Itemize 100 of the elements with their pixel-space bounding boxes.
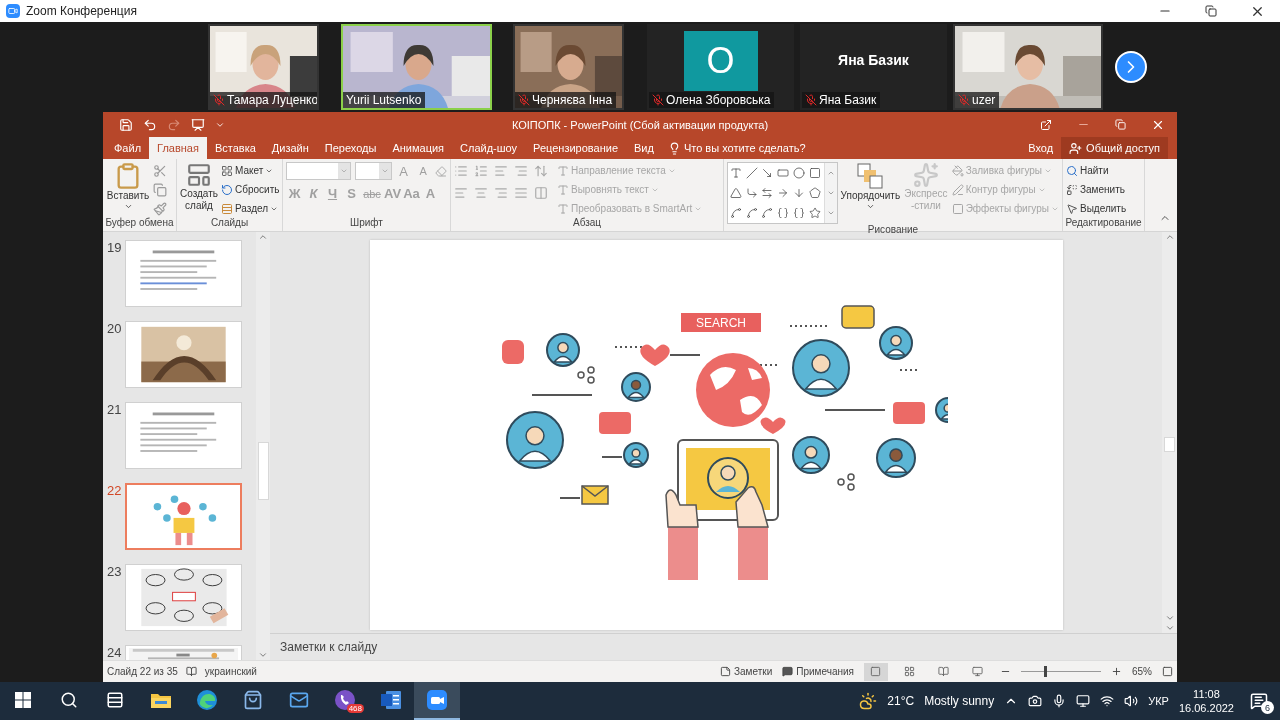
rectangle-icon[interactable] xyxy=(777,167,790,179)
redo-icon[interactable] xyxy=(167,117,181,132)
display-icon[interactable] xyxy=(1076,694,1091,708)
muted-mic-icon xyxy=(805,94,817,106)
ribbon-tab[interactable]: Слайд-шоу xyxy=(452,137,526,159)
editing-command[interactable]: Найти xyxy=(1066,162,1127,179)
scroll-down-icon[interactable] xyxy=(258,650,268,660)
group-label: Шрифт xyxy=(349,217,384,230)
save-icon[interactable] xyxy=(119,117,133,132)
next-slide-icon[interactable] xyxy=(1164,623,1175,633)
format-painter-icon[interactable] xyxy=(153,201,167,216)
language-label: украинский xyxy=(204,666,257,677)
more-icon[interactable] xyxy=(826,209,835,217)
weather-condition[interactable]: Mostly sunny xyxy=(924,694,995,708)
input-language[interactable]: УКР xyxy=(1148,695,1169,707)
down-arrow-icon[interactable] xyxy=(792,187,805,199)
editing-command[interactable]: Выделить xyxy=(1066,200,1127,217)
scrollbar[interactable] xyxy=(256,232,270,660)
pointer-icon xyxy=(1066,202,1078,215)
scrollbar[interactable] xyxy=(1162,232,1177,633)
oval-icon[interactable] xyxy=(792,167,805,179)
section-button[interactable]: Раздел xyxy=(221,200,280,217)
line-icon[interactable] xyxy=(745,167,758,179)
zoom-slider-thumb[interactable] xyxy=(1044,666,1047,677)
section-icon xyxy=(221,202,233,215)
paste-button[interactable]: Вставить xyxy=(106,162,150,217)
editing-command[interactable]: Заменить xyxy=(1066,181,1127,198)
share-button[interactable]: Общий доступ xyxy=(1061,137,1168,159)
ribbon-tab[interactable]: Анимация xyxy=(384,137,453,159)
name-label: uzer xyxy=(955,92,1000,108)
cut-icon[interactable] xyxy=(153,163,167,178)
line-spacing-icon[interactable] xyxy=(534,164,548,178)
volume-icon[interactable] xyxy=(1124,694,1139,708)
reset-button[interactable]: Сбросить xyxy=(221,181,280,198)
new-slide-button[interactable]: Создать слайд xyxy=(180,162,218,217)
scroll-down-icon[interactable] xyxy=(826,189,835,197)
ribbon-tab[interactable]: Главная xyxy=(149,137,207,159)
next-page-button[interactable] xyxy=(1115,51,1147,83)
scroll-up-icon[interactable] xyxy=(826,169,835,177)
ribbon-tab[interactable]: Дизайн xyxy=(263,137,317,159)
pentagon-icon[interactable] xyxy=(808,187,821,199)
undo-icon[interactable] xyxy=(143,117,157,132)
zoom-percent[interactable]: 65% xyxy=(1132,666,1152,677)
paint-bucket-icon xyxy=(951,164,964,177)
camera-icon[interactable] xyxy=(1028,694,1043,708)
caret-icon xyxy=(123,202,133,211)
elbow-connector-icon[interactable] xyxy=(745,187,758,199)
text-box-icon[interactable] xyxy=(729,167,742,179)
scroll-thumb[interactable] xyxy=(257,442,269,500)
fit-slide-icon[interactable] xyxy=(1162,666,1173,677)
clock[interactable]: 11:08 16.06.2022 xyxy=(1178,687,1234,715)
scroll-up-icon[interactable] xyxy=(258,232,268,242)
notifications-button[interactable]: 6 xyxy=(1244,686,1274,716)
triangle-icon[interactable] xyxy=(729,187,742,199)
microphone-icon[interactable] xyxy=(1052,694,1067,708)
temperature[interactable]: 21°C xyxy=(887,694,915,708)
sign-in-link[interactable]: Вход xyxy=(1020,137,1062,159)
zoom-in-icon[interactable] xyxy=(1111,666,1122,677)
braces-icon[interactable] xyxy=(777,207,790,219)
layout-button[interactable]: Макет xyxy=(221,162,280,179)
ribbon-tab[interactable]: Вставка xyxy=(206,137,264,159)
shapes-gallery[interactable] xyxy=(727,162,838,224)
numbering-icon[interactable] xyxy=(474,164,488,178)
right-arrow-icon[interactable] xyxy=(777,187,790,199)
font-name-field[interactable] xyxy=(286,162,351,180)
ribbon-tab[interactable]: Рецензирование xyxy=(525,137,627,159)
slideshow-icon[interactable] xyxy=(191,117,205,132)
tell-me-field[interactable]: Что вы хотите сделать? xyxy=(683,142,806,154)
group-label: Слайды xyxy=(209,217,250,230)
network-icon[interactable] xyxy=(1100,694,1115,708)
taskbar-app[interactable] xyxy=(414,682,460,720)
arrange-button[interactable]: Упорядочить xyxy=(840,162,901,224)
slide-counter: Слайд 22 из 35 xyxy=(107,666,178,677)
notes-button[interactable]: Заметки xyxy=(720,666,773,677)
ribbon-tab[interactable]: Файл xyxy=(106,137,150,159)
spelling-icon[interactable] xyxy=(185,666,197,677)
sparkles-icon xyxy=(912,162,939,188)
zoom-logo-icon xyxy=(6,4,20,18)
previous-slide-icon[interactable] xyxy=(1164,613,1175,623)
columns-icon[interactable] xyxy=(534,186,548,200)
copy-icon[interactable] xyxy=(153,182,167,197)
curve-icon[interactable] xyxy=(745,207,758,219)
text-icon xyxy=(557,183,569,196)
slide-layout-icon xyxy=(186,162,212,188)
taskbar-app[interactable]: 468 xyxy=(322,682,368,720)
font-size-field[interactable] xyxy=(354,162,392,180)
connector-icon[interactable] xyxy=(761,187,774,199)
message-icon xyxy=(1250,692,1268,710)
comments-button[interactable]: Примечания xyxy=(782,666,854,677)
weather-icon[interactable] xyxy=(859,692,878,710)
ribbon-tab[interactable]: Переходы xyxy=(316,137,385,159)
mail-icon xyxy=(289,690,309,710)
arrow-line-icon[interactable] xyxy=(761,167,774,179)
ribbon-tab[interactable]: Вид xyxy=(626,137,662,159)
scroll-thumb[interactable] xyxy=(1164,437,1175,452)
rounded-rectangle-icon[interactable] xyxy=(808,167,821,179)
scroll-up-icon[interactable] xyxy=(1164,232,1175,242)
caret-icon xyxy=(339,167,348,175)
star-icon[interactable] xyxy=(808,207,821,219)
normal-view-button[interactable] xyxy=(864,662,888,681)
